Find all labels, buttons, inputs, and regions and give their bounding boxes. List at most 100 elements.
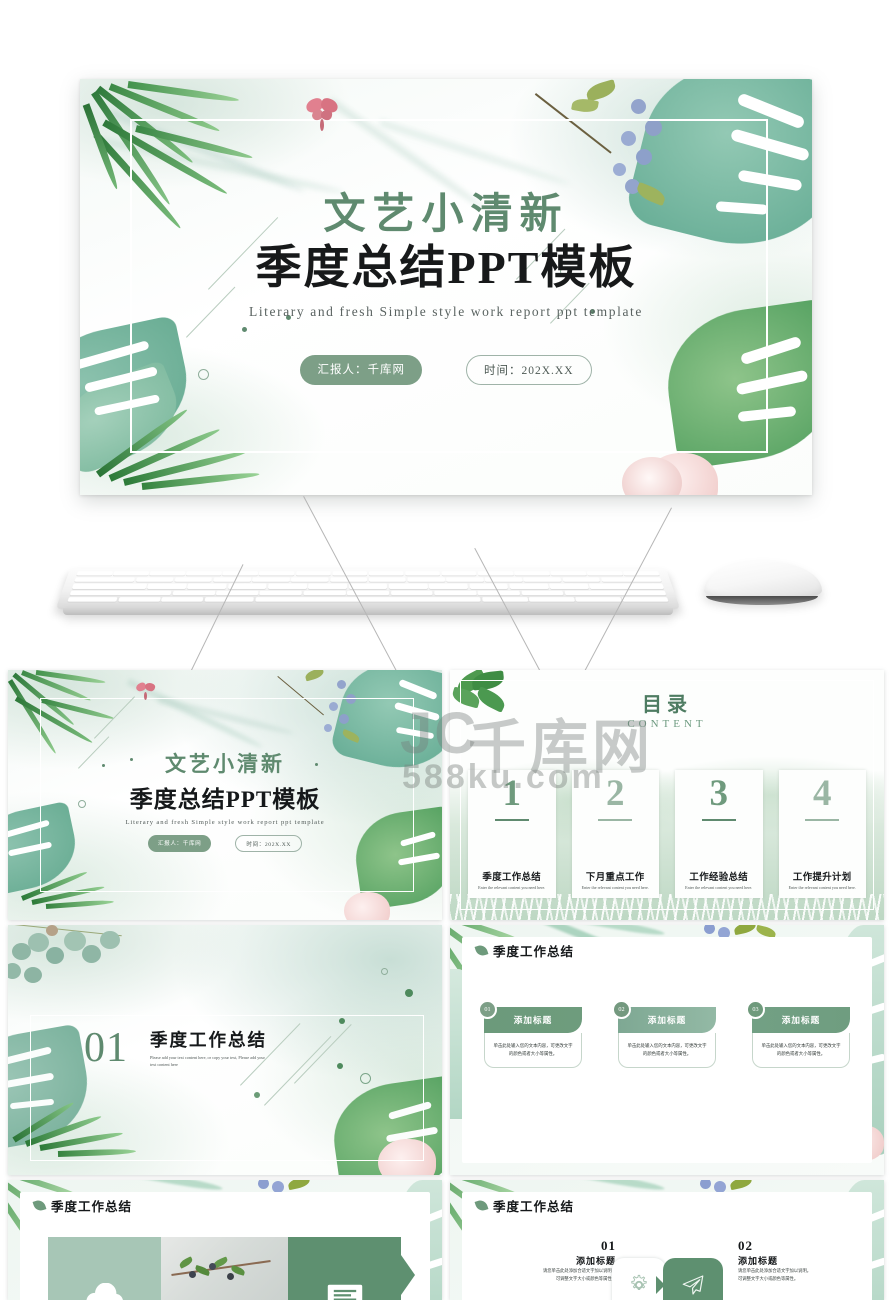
- photo-slide-header: 季度工作总结: [32, 1196, 133, 1215]
- thumbnail-three-card-slide[interactable]: 季度工作总结 01 添加标题 单击此处输入您的文本内容，可更改文字的颜色或者大小…: [450, 925, 884, 1175]
- date-pill[interactable]: 时间：202X.XX: [465, 355, 592, 385]
- photo-tile-chat[interactable]: [288, 1237, 401, 1300]
- catalog-card[interactable]: 2 下月重点工作 Enter the relevant content you …: [571, 770, 659, 898]
- three-card-row: 01 添加标题 单击此处输入您的文本内容，可更改文字的颜色或者大小等属性。 02…: [478, 1000, 850, 1069]
- two-number-left-line2: 可调整文字大小或颜色等属性。: [555, 1276, 616, 1282]
- section-desc: Please add your text content here, or co…: [150, 1055, 265, 1067]
- key: [118, 596, 161, 602]
- key: [549, 583, 589, 589]
- key: [405, 571, 441, 576]
- key: [76, 571, 113, 576]
- keyboard-row: [74, 577, 662, 583]
- two-number-block-left[interactable]: 01 添加标题 请您单击此处添加合适文字加以说明。 可调整文字大小或颜色等属性。: [476, 1238, 616, 1283]
- section-ring-2: [360, 1073, 371, 1084]
- key: [520, 590, 564, 596]
- catalog-card-number: 2: [606, 773, 625, 814]
- space-key: [254, 596, 482, 602]
- content-card[interactable]: 02 添加标题 单击此处输入您的文本内容，可更改文字的颜色或者大小等属性。: [612, 1000, 716, 1069]
- thumb1-date-pill[interactable]: 时间：202X.XX: [235, 835, 303, 852]
- key: [204, 596, 254, 602]
- send-tile-notch: [656, 1276, 665, 1294]
- key: [172, 590, 216, 596]
- thumbnail-section-slide[interactable]: 01 季度工作总结 Please add your text content h…: [8, 925, 442, 1175]
- section-dot-2: [339, 1018, 345, 1024]
- catalog-card[interactable]: 1 季度工作总结 Enter the relevant content you …: [468, 770, 556, 898]
- gear-icon: [631, 1274, 647, 1290]
- photo-tile-arrow-notch: [401, 1237, 417, 1300]
- leaf-bullet-icon: [474, 1198, 489, 1213]
- photo-slide-header-title: 季度工作总结: [51, 1200, 133, 1214]
- catalog-heading-cn: 目录: [642, 694, 692, 716]
- content-card[interactable]: 01 添加标题 单击此处输入您的文本内容，可更改文字的颜色或者大小等属性。: [478, 1000, 582, 1069]
- content-card-badge: 02: [612, 1000, 631, 1019]
- key: [259, 590, 303, 596]
- two-number-right-title: 添加标题: [738, 1256, 779, 1266]
- send-tile[interactable]: [663, 1258, 723, 1300]
- two-number-block-right[interactable]: 02 添加标题 请您单击此处添加合适文字加以说明。 可调整文字大小或颜色等属性。: [738, 1238, 878, 1283]
- key: [446, 577, 484, 583]
- catalog-card[interactable]: 4 工作提升计划 Enter the relevant content you …: [778, 770, 866, 898]
- key: [564, 590, 667, 596]
- catalog-card-desc: Enter the relevant content you need here…: [788, 884, 856, 890]
- content-card-body: 单击此处输入您的文本内容，可更改文字的颜色或者大小等属性。: [484, 1033, 582, 1069]
- thumbnail-photo-slide[interactable]: 季度工作总结: [8, 1180, 442, 1300]
- two-number-right-number: 02: [738, 1238, 753, 1253]
- key: [509, 583, 549, 589]
- thumbnail-catalog-slide[interactable]: 目录 CONTENT 1 季度工作总结 Enter the relevant c…: [450, 670, 884, 920]
- catalog-card[interactable]: 3 工作经验总结 Enter the relevant content you …: [675, 770, 763, 898]
- section-number: 01: [84, 1025, 128, 1071]
- keyboard-row: [67, 596, 669, 602]
- thumb1-presenter-pill[interactable]: 汇报人：千库网: [147, 835, 212, 852]
- key: [368, 571, 404, 576]
- mouse-base-shadow: [706, 596, 818, 605]
- thumbnail-title-slide[interactable]: 文艺小清新 季度总结PPT模板 Literary and fresh Simpl…: [8, 670, 442, 920]
- catalog-card-rule: [701, 819, 736, 821]
- thumb1-title-green: 文艺小清新: [165, 752, 285, 776]
- key: [388, 583, 428, 589]
- key: [550, 571, 587, 576]
- key: [222, 571, 259, 576]
- butterfly-icon: [304, 96, 340, 131]
- catalog-heading-en: CONTENT: [627, 718, 707, 730]
- catalog-card-title: 工作提升计划: [792, 872, 852, 883]
- keyboard-mockup: [55, 568, 681, 610]
- key: [433, 590, 477, 596]
- presenter-pill[interactable]: 汇报人：千库网: [300, 355, 422, 385]
- photo-tile-cloud[interactable]: [48, 1237, 161, 1300]
- content-card-caption: 添加标题: [752, 1007, 850, 1033]
- content-card[interactable]: 03 添加标题 单击此处输入您的文本内容，可更改文字的颜色或者大小等属性。: [746, 1000, 850, 1069]
- content-card-body: 单击此处输入您的文本内容，可更改文字的颜色或者大小等属性。: [752, 1033, 850, 1069]
- thumbnail-two-number-slide[interactable]: 季度工作总结 01 添加标题 请您单击此处添加合适文字加以说明。 可调整文字大小…: [450, 1180, 884, 1300]
- key: [514, 571, 550, 576]
- hero-title-black: 季度总结PPT模板: [255, 242, 637, 294]
- section-dot-4: [254, 1092, 260, 1098]
- keyboard-row: [69, 590, 667, 596]
- paper-plane-icon: [682, 1275, 704, 1295]
- section-title-block: 01 季度工作总结 Please add your text content h…: [84, 1027, 270, 1069]
- key: [215, 590, 259, 596]
- key: [187, 583, 227, 589]
- catalog-card-number: 1: [502, 773, 522, 814]
- key: [71, 583, 147, 589]
- two-number-left-line1: 请您单击此处添加合适文字加以说明。: [542, 1268, 616, 1273]
- catalog-heading-block: 目录 CONTENT: [450, 688, 884, 730]
- key: [441, 571, 477, 576]
- thumb1-butterfly-icon: [134, 681, 157, 702]
- hero-title-block: 文艺小清新 季度总结PPT模板 Literary and fresh Simpl…: [80, 191, 812, 320]
- content-card-caption: 添加标题: [484, 1007, 582, 1033]
- two-number-left-title: 添加标题: [575, 1256, 616, 1266]
- photo-tile-image[interactable]: [161, 1237, 288, 1300]
- key: [259, 571, 295, 576]
- catalog-card-desc: Enter the relevant content you need here…: [478, 884, 546, 890]
- eucalyptus-branch-topleft: [8, 925, 152, 995]
- hero-meta-pills: 汇报人：千库网 时间：202X.XX: [80, 355, 812, 385]
- key: [67, 596, 118, 602]
- content-card-badge: 03: [746, 1000, 765, 1019]
- key: [303, 590, 346, 596]
- catalog-card-rule: [494, 819, 529, 821]
- section-ring-1: [381, 968, 388, 975]
- key: [368, 577, 407, 583]
- catalog-card-title: 下月重点工作: [585, 872, 645, 883]
- photo-tile-row: [48, 1237, 417, 1300]
- content-card-body: 单击此处输入您的文本内容，可更改文字的颜色或者大小等属性。: [618, 1033, 716, 1069]
